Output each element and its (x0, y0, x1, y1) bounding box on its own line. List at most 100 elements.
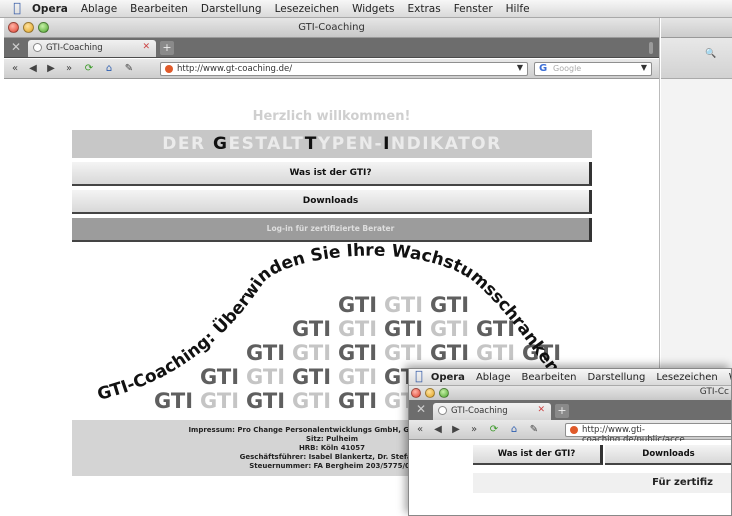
address-dropdown-icon[interactable]: ▼ (517, 63, 523, 72)
nav-button-was-ist-gti[interactable]: Was ist der GTI? (72, 162, 592, 186)
home-icon[interactable]: ⌂ (102, 62, 116, 76)
second-nav: Was ist der GTI? Downloads (473, 445, 731, 467)
search-icon[interactable]: 🔍 (705, 49, 716, 59)
menu-fenster[interactable]: Fenster (454, 3, 493, 15)
menu-bearbeiten[interactable]: Bearbeiten (130, 3, 188, 15)
menu-ablage[interactable]: Ablage (476, 372, 511, 383)
zoom-window-button[interactable] (439, 388, 449, 398)
rewind-icon[interactable]: « (413, 423, 427, 437)
tab-bar: ✕ GTI-Coaching ✕ + (4, 38, 659, 58)
minimize-window-button[interactable] (425, 388, 435, 398)
close-tab-icon[interactable]: ✕ (142, 42, 150, 52)
menu-lesezeichen[interactable]: Lesezeichen (275, 3, 340, 15)
navigation-toolbar: « ◀ ▶ » ⟳ ⌂ ✎ http://www.gt-coaching.de/… (4, 59, 659, 79)
gti-tile: GTI (154, 389, 193, 413)
banner-part: ESTALT (228, 134, 305, 154)
gti-tile: GTI (246, 389, 285, 413)
certified-heading: Für zertifiz (473, 473, 731, 493)
close-window-button[interactable] (411, 388, 421, 398)
gti-tile: GTI (338, 317, 377, 341)
nav-button-login[interactable]: Log-in für zertifizierte Berater (72, 218, 592, 242)
gti-tile: GTI (338, 389, 377, 413)
menu-app[interactable]: Opera (32, 3, 68, 15)
second-toolbar: « ◀ ▶ » ⟳ ⌂ ✎ http://www.gti-coaching.de… (409, 420, 731, 445)
edit-icon[interactable]: ✎ (527, 423, 541, 437)
second-web-page: Was ist der GTI? Downloads Für zertifiz (409, 441, 731, 515)
menubar:  Opera Ablage Bearbeiten Darstellung Le… (0, 0, 732, 18)
second-tab-bar: ✕ GTI-Coaching ✕ + (409, 400, 731, 420)
gti-banner: DER GESTALTTYPEN-INDIKATOR (72, 130, 592, 158)
new-tab-button[interactable]: + (555, 404, 569, 418)
google-icon: G (539, 63, 548, 74)
gti-tile: GTI (292, 365, 331, 389)
new-tab-button[interactable]: + (160, 41, 174, 55)
menu-app[interactable]: Opera (431, 372, 465, 383)
tab-gti-coaching[interactable]: GTI-Coaching ✕ (28, 40, 156, 57)
reload-icon[interactable]: ⟳ (82, 62, 96, 76)
tab-scroll-handle[interactable] (649, 42, 653, 54)
menu-ablage[interactable]: Ablage (81, 3, 117, 15)
gti-tile: GTI (476, 341, 515, 365)
back-icon[interactable]: ◀ (431, 423, 445, 437)
reload-icon[interactable]: ⟳ (487, 423, 501, 437)
second-menubar:  Opera Ablage Bearbeiten Darstellung Le… (409, 369, 731, 386)
close-tabs-icon[interactable]: ✕ (9, 40, 23, 54)
address-text: http://www.gt-coaching.de/ (177, 64, 293, 74)
menu-lesezeichen[interactable]: Lesezeichen (656, 372, 717, 383)
gti-tile: GTI (292, 389, 331, 413)
fast-forward-icon[interactable]: » (467, 423, 481, 437)
tab-label: GTI-Coaching (46, 43, 103, 53)
home-icon[interactable]: ⌂ (507, 423, 521, 437)
banner-part: NDIKATOR (390, 134, 502, 154)
edit-icon[interactable]: ✎ (122, 62, 136, 76)
gti-tile: GTI (246, 341, 285, 365)
gti-tile: GTI (384, 293, 423, 317)
page-icon (33, 43, 42, 52)
nav-button-downloads[interactable]: Downloads (72, 190, 592, 214)
tab-gti-coaching[interactable]: GTI-Coaching ✕ (433, 403, 551, 420)
rewind-icon[interactable]: « (8, 62, 22, 76)
menu-widgets[interactable]: Widgets (352, 3, 394, 15)
fast-forward-icon[interactable]: » (62, 62, 76, 76)
close-tabs-icon[interactable]: ✕ (414, 402, 428, 416)
close-tab-icon[interactable]: ✕ (537, 405, 545, 415)
back-icon[interactable]: ◀ (26, 62, 40, 76)
gti-tile: GTI (338, 365, 377, 389)
menu-bearbeiten[interactable]: Bearbeiten (522, 372, 577, 383)
nav-button-was-ist-gti[interactable]: Was ist der GTI? (473, 445, 603, 465)
search-dropdown-icon[interactable]: ▼ (641, 63, 647, 72)
menu-darstellung[interactable]: Darstellung (201, 3, 262, 15)
apple-icon[interactable]:  (415, 370, 423, 384)
gti-tile: GTI (384, 341, 423, 365)
nav-button-downloads[interactable]: Downloads (605, 445, 731, 465)
apple-icon[interactable]:  (10, 1, 24, 16)
forward-icon[interactable]: ▶ (449, 423, 463, 437)
welcome-heading: Herzlich willkommen! (252, 109, 411, 124)
gti-tile: GTI (338, 293, 377, 317)
window-title: GTI-Cc (699, 387, 729, 397)
gti-tile: GTI (200, 389, 239, 413)
gti-tile: GTI (430, 317, 469, 341)
menu-darstellung[interactable]: Darstellung (588, 372, 646, 383)
gti-tile: GTI (292, 317, 331, 341)
menu-hilfe[interactable]: Hilfe (506, 3, 530, 15)
gti-tile: GTI (430, 293, 469, 317)
gti-tile: GTI (246, 365, 285, 389)
banner-letter-t: T (304, 134, 318, 154)
gti-tile: GTI (292, 341, 331, 365)
menu-extras[interactable]: Extras (408, 3, 441, 15)
search-field[interactable]: G Google ▼ (534, 62, 652, 76)
banner-letter-i: I (383, 134, 391, 154)
address-bar[interactable]: http://www.gt-coaching.de/ ▼ (160, 62, 528, 76)
site-icon (165, 65, 173, 73)
title-bar: GTI-Coaching (4, 18, 659, 38)
right-pane-toolbar: 🔍 (661, 38, 732, 79)
forward-icon[interactable]: ▶ (44, 62, 58, 76)
window-title: GTI-Coaching (298, 22, 365, 33)
banner-part: YPEN- (317, 134, 384, 154)
banner-part: DER (162, 134, 214, 154)
second-title-bar: GTI-Cc (409, 386, 731, 400)
address-bar[interactable]: http://www.gti-coaching.de/public/acce (565, 423, 731, 445)
right-pane-titlebar (661, 18, 732, 38)
search-placeholder: Google (553, 64, 582, 73)
